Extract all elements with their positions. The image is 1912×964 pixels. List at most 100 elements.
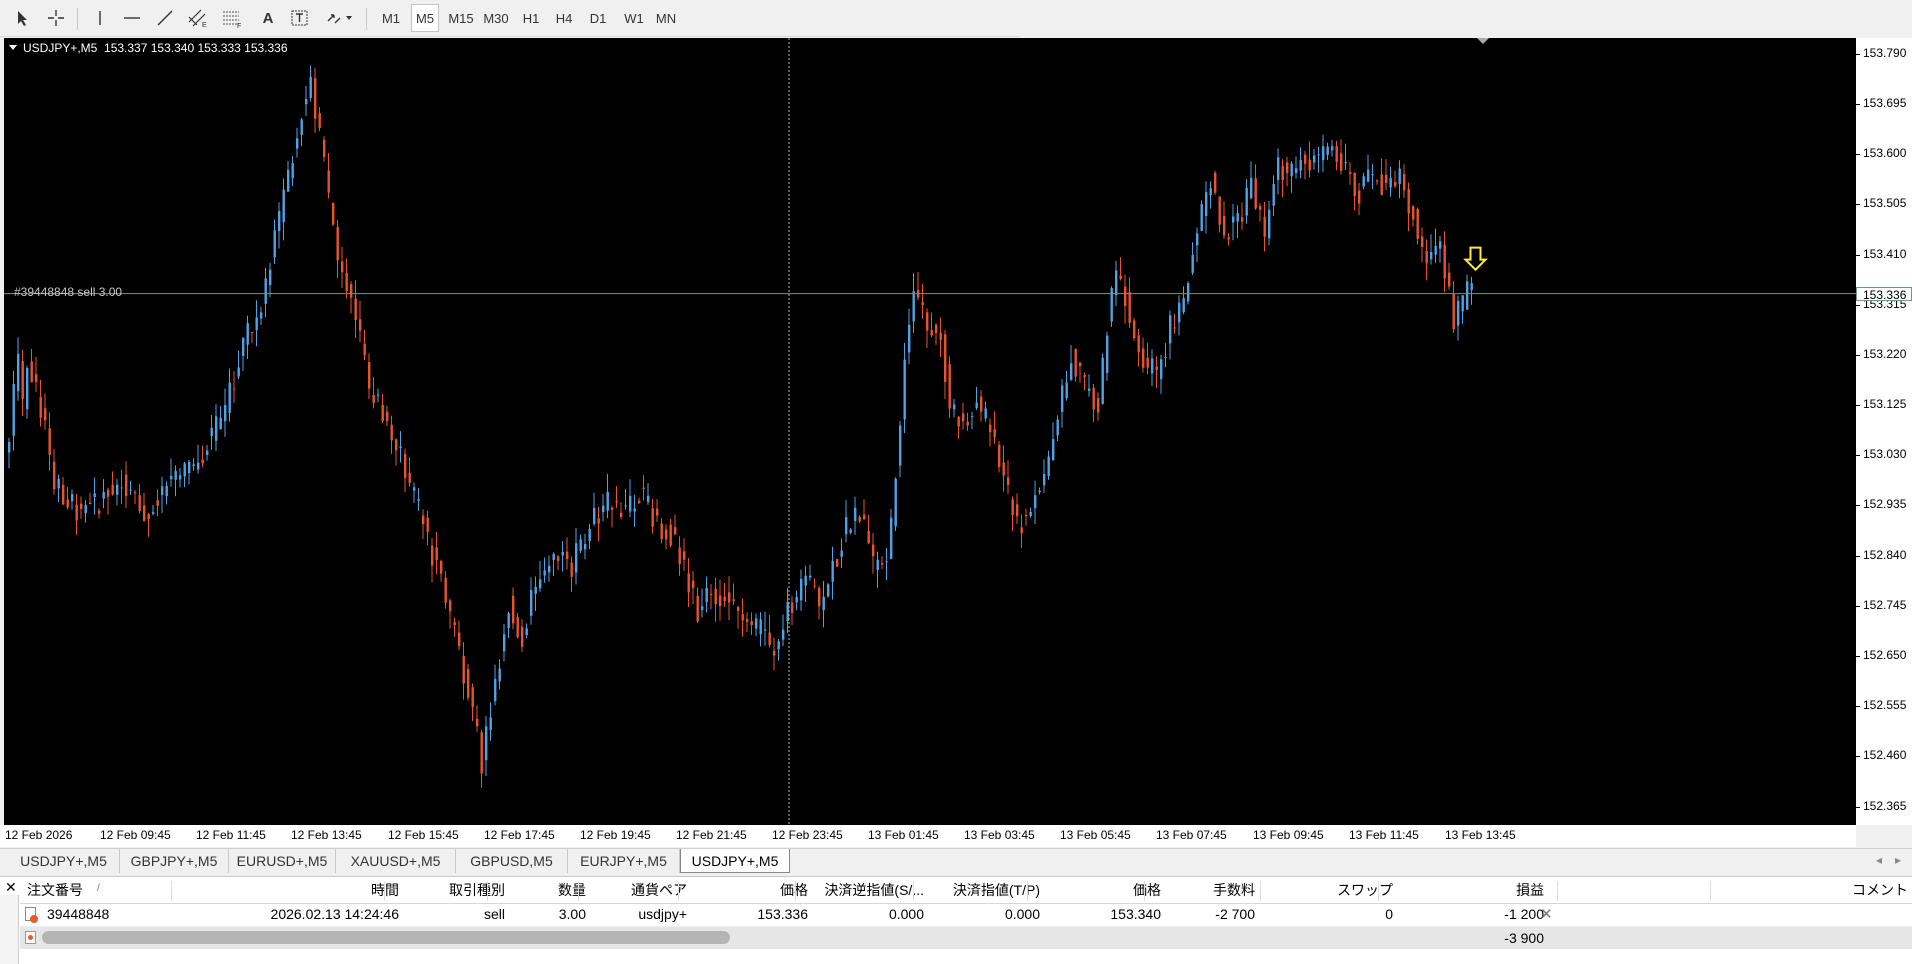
- timeframe-m5[interactable]: M5: [411, 4, 439, 32]
- candle-body: [980, 396, 983, 412]
- tab-scroll-left-icon[interactable]: ◂: [1876, 853, 1882, 867]
- order-row[interactable]: 39448848 2026.02.13 14:24:46 sell 3.00 u…: [20, 904, 1912, 927]
- column-separator[interactable]: [384, 881, 385, 901]
- timeframe-h1[interactable]: H1: [518, 4, 544, 32]
- column-separator[interactable]: [1027, 881, 1028, 901]
- close-terminal-icon[interactable]: ✕: [5, 879, 17, 896]
- crosshair-tool-icon[interactable]: [44, 4, 68, 32]
- tab-chart-0[interactable]: USDJPY+,M5: [8, 849, 120, 873]
- column-separator[interactable]: [678, 881, 679, 901]
- time-tick-label: 12 Feb 17:45: [484, 828, 555, 842]
- candle-body: [1227, 237, 1230, 240]
- candle-body: [773, 651, 776, 656]
- column-separator[interactable]: [487, 881, 488, 901]
- time-tick-label: 12 Feb 2026: [5, 828, 73, 842]
- chart-header: USDJPY+,M5 153.337 153.340 153.333 153.3…: [23, 41, 288, 55]
- tab-chart-2[interactable]: EURUSD+,M5: [229, 849, 336, 873]
- candle-body: [251, 332, 254, 334]
- column-separator[interactable]: [171, 881, 172, 901]
- candle-body: [125, 474, 128, 497]
- timeframe-w1[interactable]: W1: [620, 4, 648, 32]
- candle-body: [1205, 192, 1208, 217]
- candle-body: [228, 382, 231, 413]
- column-header-2[interactable]: 取引種別: [449, 877, 505, 903]
- column-separator[interactable]: [1557, 881, 1558, 901]
- tab-chart-3[interactable]: XAUUSD+,M5: [336, 849, 456, 873]
- timeframe-m1[interactable]: M1: [378, 4, 404, 32]
- candle-body: [1038, 490, 1041, 493]
- candle-body: [759, 619, 762, 635]
- timeframe-h4[interactable]: H4: [551, 4, 577, 32]
- candle-body: [210, 427, 213, 436]
- time-tick-label: 13 Feb 03:45: [964, 828, 1035, 842]
- candle-body: [66, 499, 69, 508]
- tab-scroll-right-icon[interactable]: ▸: [1895, 853, 1901, 867]
- candle-body: [1466, 281, 1469, 310]
- candle-body: [876, 559, 879, 571]
- column-separator[interactable]: [1144, 881, 1145, 901]
- candle-body: [944, 334, 947, 382]
- candle-body: [156, 500, 159, 506]
- column-separator[interactable]: [1710, 881, 1711, 901]
- horizontal-line-tool-icon[interactable]: [119, 4, 145, 32]
- tab-chart-6[interactable]: USDJPY+,M5: [680, 849, 790, 873]
- candle-body: [629, 495, 632, 512]
- candle-body: [912, 291, 915, 322]
- candle-body: [363, 343, 366, 356]
- column-separator[interactable]: [913, 881, 914, 901]
- candle-body: [1250, 178, 1253, 199]
- candle-body: [1403, 173, 1406, 191]
- candle-body: [165, 485, 168, 497]
- timeframe-d1[interactable]: D1: [585, 4, 611, 32]
- price-tick-label: 152.840: [1863, 547, 1907, 562]
- column-header-9[interactable]: 手数料: [1213, 877, 1255, 903]
- text-tool-icon[interactable]: A: [256, 4, 280, 32]
- candle-body: [287, 169, 290, 192]
- timeframe-m15[interactable]: M15: [445, 4, 477, 32]
- candle-body: [534, 586, 537, 594]
- candle-body: [1268, 209, 1271, 239]
- equidistant-channel-tool-icon[interactable]: E: [185, 4, 211, 32]
- close-order-icon[interactable]: ✕: [1540, 905, 1553, 923]
- tab-chart-4[interactable]: GBPUSD,M5: [456, 849, 568, 873]
- horizontal-scrollbar[interactable]: [42, 931, 730, 944]
- column-separator[interactable]: [795, 881, 796, 901]
- price-tick-label: 153.030: [1863, 447, 1907, 462]
- column-separator[interactable]: [1378, 881, 1379, 901]
- candle-body: [539, 579, 542, 589]
- svg-text:F: F: [237, 23, 241, 28]
- column-header-11[interactable]: 損益: [1516, 877, 1544, 903]
- text-label-tool-icon[interactable]: [287, 4, 313, 32]
- column-header-1[interactable]: 時間: [371, 877, 399, 903]
- column-header-12[interactable]: コメント: [1852, 877, 1908, 903]
- trendline-tool-icon[interactable]: [152, 4, 178, 32]
- candle-body: [863, 514, 866, 520]
- price-tick-label: 153.790: [1863, 45, 1907, 60]
- candle-body: [1146, 357, 1149, 368]
- column-header-6[interactable]: 決済逆指値(S/...: [824, 877, 924, 903]
- tab-chart-1[interactable]: GBPJPY+,M5: [120, 849, 229, 873]
- candle-body: [858, 516, 861, 522]
- column-header-10[interactable]: スワップ: [1337, 877, 1393, 903]
- column-header-8[interactable]: 価格: [1133, 877, 1161, 903]
- order-symbol: usdjpy+: [638, 906, 687, 922]
- column-header-0[interactable]: 注文番号: [27, 877, 83, 903]
- order-type: sell: [483, 906, 505, 922]
- cursor-tool-icon[interactable]: [10, 4, 34, 32]
- column-header-3[interactable]: 数量: [558, 877, 586, 903]
- chart-area[interactable]: USDJPY+,M5 153.337 153.340 153.333 153.3…: [4, 38, 1856, 825]
- candle-body: [1043, 474, 1046, 486]
- column-header-5[interactable]: 価格: [780, 877, 808, 903]
- candle-body: [1308, 159, 1311, 171]
- candle-body: [1389, 178, 1392, 188]
- timeframe-m30[interactable]: M30: [480, 4, 512, 32]
- arrows-tool-icon[interactable]: [322, 4, 358, 32]
- timeframe-mn[interactable]: MN: [653, 4, 679, 32]
- candlestick-chart[interactable]: [4, 38, 1856, 825]
- fibonacci-tool-icon[interactable]: F: [219, 4, 245, 32]
- column-separator[interactable]: [578, 881, 579, 901]
- vertical-line-tool-icon[interactable]: [88, 4, 112, 32]
- time-axis: 12 Feb 2026 12 Feb 09:45 12 Feb 11:45 12 Fe…: [0, 825, 1856, 847]
- tab-chart-5[interactable]: EURJPY+,M5: [568, 849, 680, 873]
- column-separator[interactable]: [1260, 881, 1261, 901]
